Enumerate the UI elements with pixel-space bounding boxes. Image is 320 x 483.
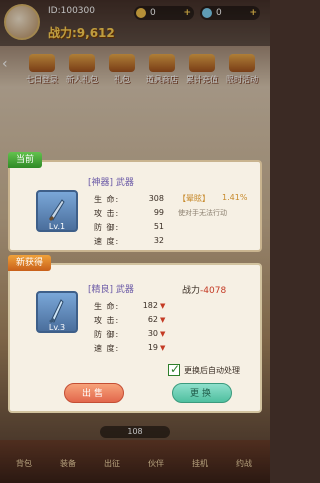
stat-value-hp: 308 (148, 194, 164, 203)
power-delta: -4078 (200, 286, 227, 296)
current-item-name: [神器] 武器 (88, 178, 134, 188)
stat-value-atk: 62 (147, 315, 158, 324)
stat-label-def: 防 御: (94, 330, 120, 339)
stat-value-spd: 19 (147, 343, 158, 352)
new-item-slot[interactable]: Lv.3 (36, 291, 78, 333)
power-change: 战力-4078 (182, 283, 226, 296)
current-item-level: Lv.1 (48, 222, 66, 231)
stat-label-atk: 攻 击: (94, 209, 120, 218)
stat-value-hp: 182 (142, 301, 158, 310)
stat-label-def: 防 御: (94, 223, 120, 232)
weapon-icon (49, 199, 65, 221)
stat-value-spd: 32 (153, 236, 164, 245)
stat-value-atk: 99 (153, 208, 164, 217)
new-item-name: [精良] 武器 (88, 285, 134, 295)
stat-label-spd: 速 度: (94, 344, 120, 353)
stat-label-hp: 生 命: (94, 302, 120, 311)
buff-value: 1.41% (222, 193, 248, 202)
current-item-slot[interactable]: Lv.1 (36, 190, 78, 232)
weapon-icon (49, 299, 64, 323)
auto-process-checkbox[interactable] (168, 362, 180, 376)
arrow-down-icon: ▼ (160, 344, 166, 352)
replace-button[interactable]: 更换 (172, 383, 232, 403)
new-tag: 新获得 (8, 255, 52, 271)
buff-description: 使对手无法行动 (178, 209, 227, 217)
power-label: 战力 (182, 286, 201, 296)
stat-value-def: 30 (147, 329, 158, 338)
current-tag: 当前 (8, 152, 43, 168)
arrow-down-icon: ▼ (160, 330, 166, 338)
stat-value-def: 51 (153, 222, 164, 231)
buff-title: 【晕眩】 (178, 194, 210, 203)
new-item-panel: 新获得 Lv.3 [精良] 武器 战力-4078 生 命: 182 ▼ 攻 击:… (8, 255, 262, 413)
arrow-down-icon: ▼ (160, 302, 166, 310)
auto-process-label: 更换后自动处理 (184, 366, 240, 375)
arrow-down-icon: ▼ (160, 316, 166, 324)
sell-button[interactable]: 出售 (64, 383, 124, 403)
stat-label-spd: 速 度: (94, 237, 120, 246)
stat-label-hp: 生 命: (94, 195, 120, 204)
stat-label-atk: 攻 击: (94, 316, 120, 325)
current-item-panel: 当前 Lv.1 [神器] 武器 生 命: 308 攻 击: 99 防 御: 51… (8, 152, 262, 252)
new-item-level: Lv.3 (48, 323, 66, 332)
